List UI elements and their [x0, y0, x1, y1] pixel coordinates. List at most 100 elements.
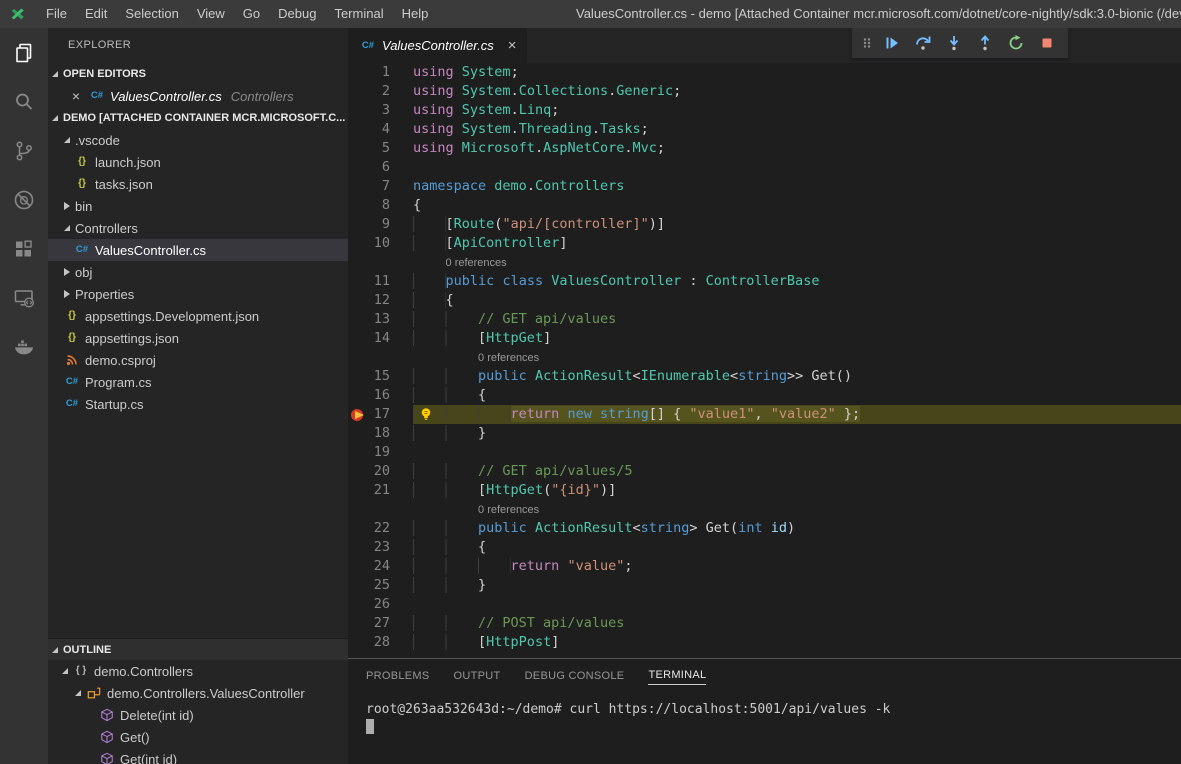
- code-line-13[interactable]: 13 // GET api/values: [348, 310, 1181, 329]
- menu-file[interactable]: File: [37, 0, 76, 28]
- code-line-3[interactable]: 3using System.Linq;: [348, 101, 1181, 120]
- code-line-28[interactable]: 28 [HttpPost]: [348, 633, 1181, 652]
- code-line-8[interactable]: 8{: [348, 196, 1181, 215]
- outline-item-demo.controllers.valuescontroller[interactable]: demo.Controllers.ValuesController: [48, 682, 348, 704]
- tree-item-controllers[interactable]: Controllers: [48, 217, 348, 239]
- line-number[interactable]: 3: [348, 101, 390, 120]
- tree-item-appsettings.json[interactable]: {}appsettings.json: [48, 327, 348, 349]
- menu-help[interactable]: Help: [393, 0, 438, 28]
- activity-source-control-icon[interactable]: [0, 126, 48, 175]
- line-number[interactable]: 20: [348, 462, 390, 481]
- line-number[interactable]: 22: [348, 519, 390, 538]
- code-line-7[interactable]: 7namespace demo.Controllers: [348, 177, 1181, 196]
- section-open-editors[interactable]: OPEN EDITORS: [48, 63, 348, 85]
- line-number[interactable]: 18: [348, 424, 390, 443]
- activity-docker-icon[interactable]: [0, 322, 48, 371]
- code-line-10[interactable]: 10 [ApiController]: [348, 234, 1181, 253]
- codelens-references[interactable]: 0 references: [348, 348, 1181, 367]
- line-number[interactable]: 1: [348, 63, 390, 82]
- step-out-button[interactable]: [969, 30, 1000, 56]
- line-number[interactable]: 14: [348, 329, 390, 348]
- panel-tab-output[interactable]: OUTPUT: [454, 670, 501, 685]
- code-line-1[interactable]: 1using System;: [348, 63, 1181, 82]
- line-number[interactable]: 12: [348, 291, 390, 310]
- tree-item-program.cs[interactable]: C#Program.cs: [48, 371, 348, 393]
- line-number[interactable]: 13: [348, 310, 390, 329]
- activity-search-icon[interactable]: [0, 77, 48, 126]
- tab-valuescontroller[interactable]: C# ValuesController.cs ×: [348, 28, 527, 63]
- line-number[interactable]: 6: [348, 158, 390, 177]
- panel-tab-problems[interactable]: PROBLEMS: [366, 670, 430, 685]
- code-line-17[interactable]: 17 return new string[] { "value1", "valu…: [348, 405, 1181, 424]
- gripper-handle[interactable]: [858, 30, 876, 56]
- code-line-2[interactable]: 2using System.Collections.Generic;: [348, 82, 1181, 101]
- line-number[interactable]: 9: [348, 215, 390, 234]
- menu-edit[interactable]: Edit: [76, 0, 116, 28]
- step-over-button[interactable]: [907, 30, 938, 56]
- activity-extensions-icon[interactable]: [0, 224, 48, 273]
- code-line-24[interactable]: 24 return "value";: [348, 557, 1181, 576]
- code-editor[interactable]: 1using System;2using System.Collections.…: [348, 63, 1181, 658]
- code-line-18[interactable]: 18 }: [348, 424, 1181, 443]
- tree-item-appsettings.development.json[interactable]: {}appsettings.Development.json: [48, 305, 348, 327]
- code-line-9[interactable]: 9 [Route("api/[controller]")]: [348, 215, 1181, 234]
- menu-view[interactable]: View: [188, 0, 234, 28]
- codelens-references[interactable]: 0 references: [348, 253, 1181, 272]
- tree-item-demo.csproj[interactable]: demo.csproj: [48, 349, 348, 371]
- section-workspace[interactable]: DEMO [ATTACHED CONTAINER MCR.MICROSOFT.C…: [48, 107, 348, 129]
- tree-item-.vscode[interactable]: .vscode: [48, 129, 348, 151]
- code-line-4[interactable]: 4using System.Threading.Tasks;: [348, 120, 1181, 139]
- tree-item-obj[interactable]: obj: [48, 261, 348, 283]
- restart-button[interactable]: [1000, 30, 1031, 56]
- breakpoint-current-line-icon[interactable]: [351, 408, 365, 422]
- tab-close-icon[interactable]: ×: [508, 37, 517, 54]
- line-number[interactable]: 23: [348, 538, 390, 557]
- open-editor-item[interactable]: × C# ValuesController.cs Controllers: [48, 85, 348, 107]
- code-line-5[interactable]: 5using Microsoft.AspNetCore.Mvc;: [348, 139, 1181, 158]
- line-number[interactable]: 27: [348, 614, 390, 633]
- close-icon[interactable]: ×: [68, 88, 84, 104]
- code-line-11[interactable]: 11 public class ValuesController : Contr…: [348, 272, 1181, 291]
- line-number[interactable]: 10: [348, 234, 390, 253]
- menu-debug[interactable]: Debug: [269, 0, 325, 28]
- terminal[interactable]: root@263aa532643d:~/demo# curl https://l…: [348, 691, 1181, 735]
- stop-button[interactable]: [1031, 30, 1062, 56]
- tree-item-launch.json[interactable]: {}launch.json: [48, 151, 348, 173]
- code-line-27[interactable]: 27 // POST api/values: [348, 614, 1181, 633]
- continue-button[interactable]: [876, 30, 907, 56]
- line-number[interactable]: 21: [348, 481, 390, 500]
- lightbulb-icon[interactable]: [419, 407, 433, 422]
- code-line-16[interactable]: 16 {: [348, 386, 1181, 405]
- activity-debug-disabled-icon[interactable]: [0, 175, 48, 224]
- tree-item-properties[interactable]: Properties: [48, 283, 348, 305]
- menu-go[interactable]: Go: [234, 0, 269, 28]
- code-line-22[interactable]: 22 public ActionResult<string> Get(int i…: [348, 519, 1181, 538]
- outline-item-get-[interactable]: Get(): [48, 726, 348, 748]
- code-line-25[interactable]: 25 }: [348, 576, 1181, 595]
- outline-item-get-int-id-[interactable]: Get(int id): [48, 748, 348, 764]
- step-into-button[interactable]: [938, 30, 969, 56]
- code-line-12[interactable]: 12 {: [348, 291, 1181, 310]
- line-number[interactable]: 28: [348, 633, 390, 652]
- activity-remote-icon[interactable]: [0, 273, 48, 322]
- line-number[interactable]: 11: [348, 272, 390, 291]
- line-number[interactable]: 16: [348, 386, 390, 405]
- code-line-20[interactable]: 20 // GET api/values/5: [348, 462, 1181, 481]
- tree-item-tasks.json[interactable]: {}tasks.json: [48, 173, 348, 195]
- line-number[interactable]: 25: [348, 576, 390, 595]
- menu-selection[interactable]: Selection: [116, 0, 187, 28]
- code-line-19[interactable]: 19: [348, 443, 1181, 462]
- tree-item-startup.cs[interactable]: C#Startup.cs: [48, 393, 348, 415]
- code-line-6[interactable]: 6: [348, 158, 1181, 177]
- codelens-references[interactable]: 0 references: [348, 500, 1181, 519]
- menu-terminal[interactable]: Terminal: [325, 0, 392, 28]
- code-line-26[interactable]: 26: [348, 595, 1181, 614]
- outline-item-delete-int-id-[interactable]: Delete(int id): [48, 704, 348, 726]
- tree-item-bin[interactable]: bin: [48, 195, 348, 217]
- line-number[interactable]: 8: [348, 196, 390, 215]
- line-number[interactable]: 7: [348, 177, 390, 196]
- code-line-14[interactable]: 14 [HttpGet]: [348, 329, 1181, 348]
- line-number[interactable]: 15: [348, 367, 390, 386]
- outline-item-demo.controllers[interactable]: { }demo.Controllers: [48, 660, 348, 682]
- code-line-23[interactable]: 23 {: [348, 538, 1181, 557]
